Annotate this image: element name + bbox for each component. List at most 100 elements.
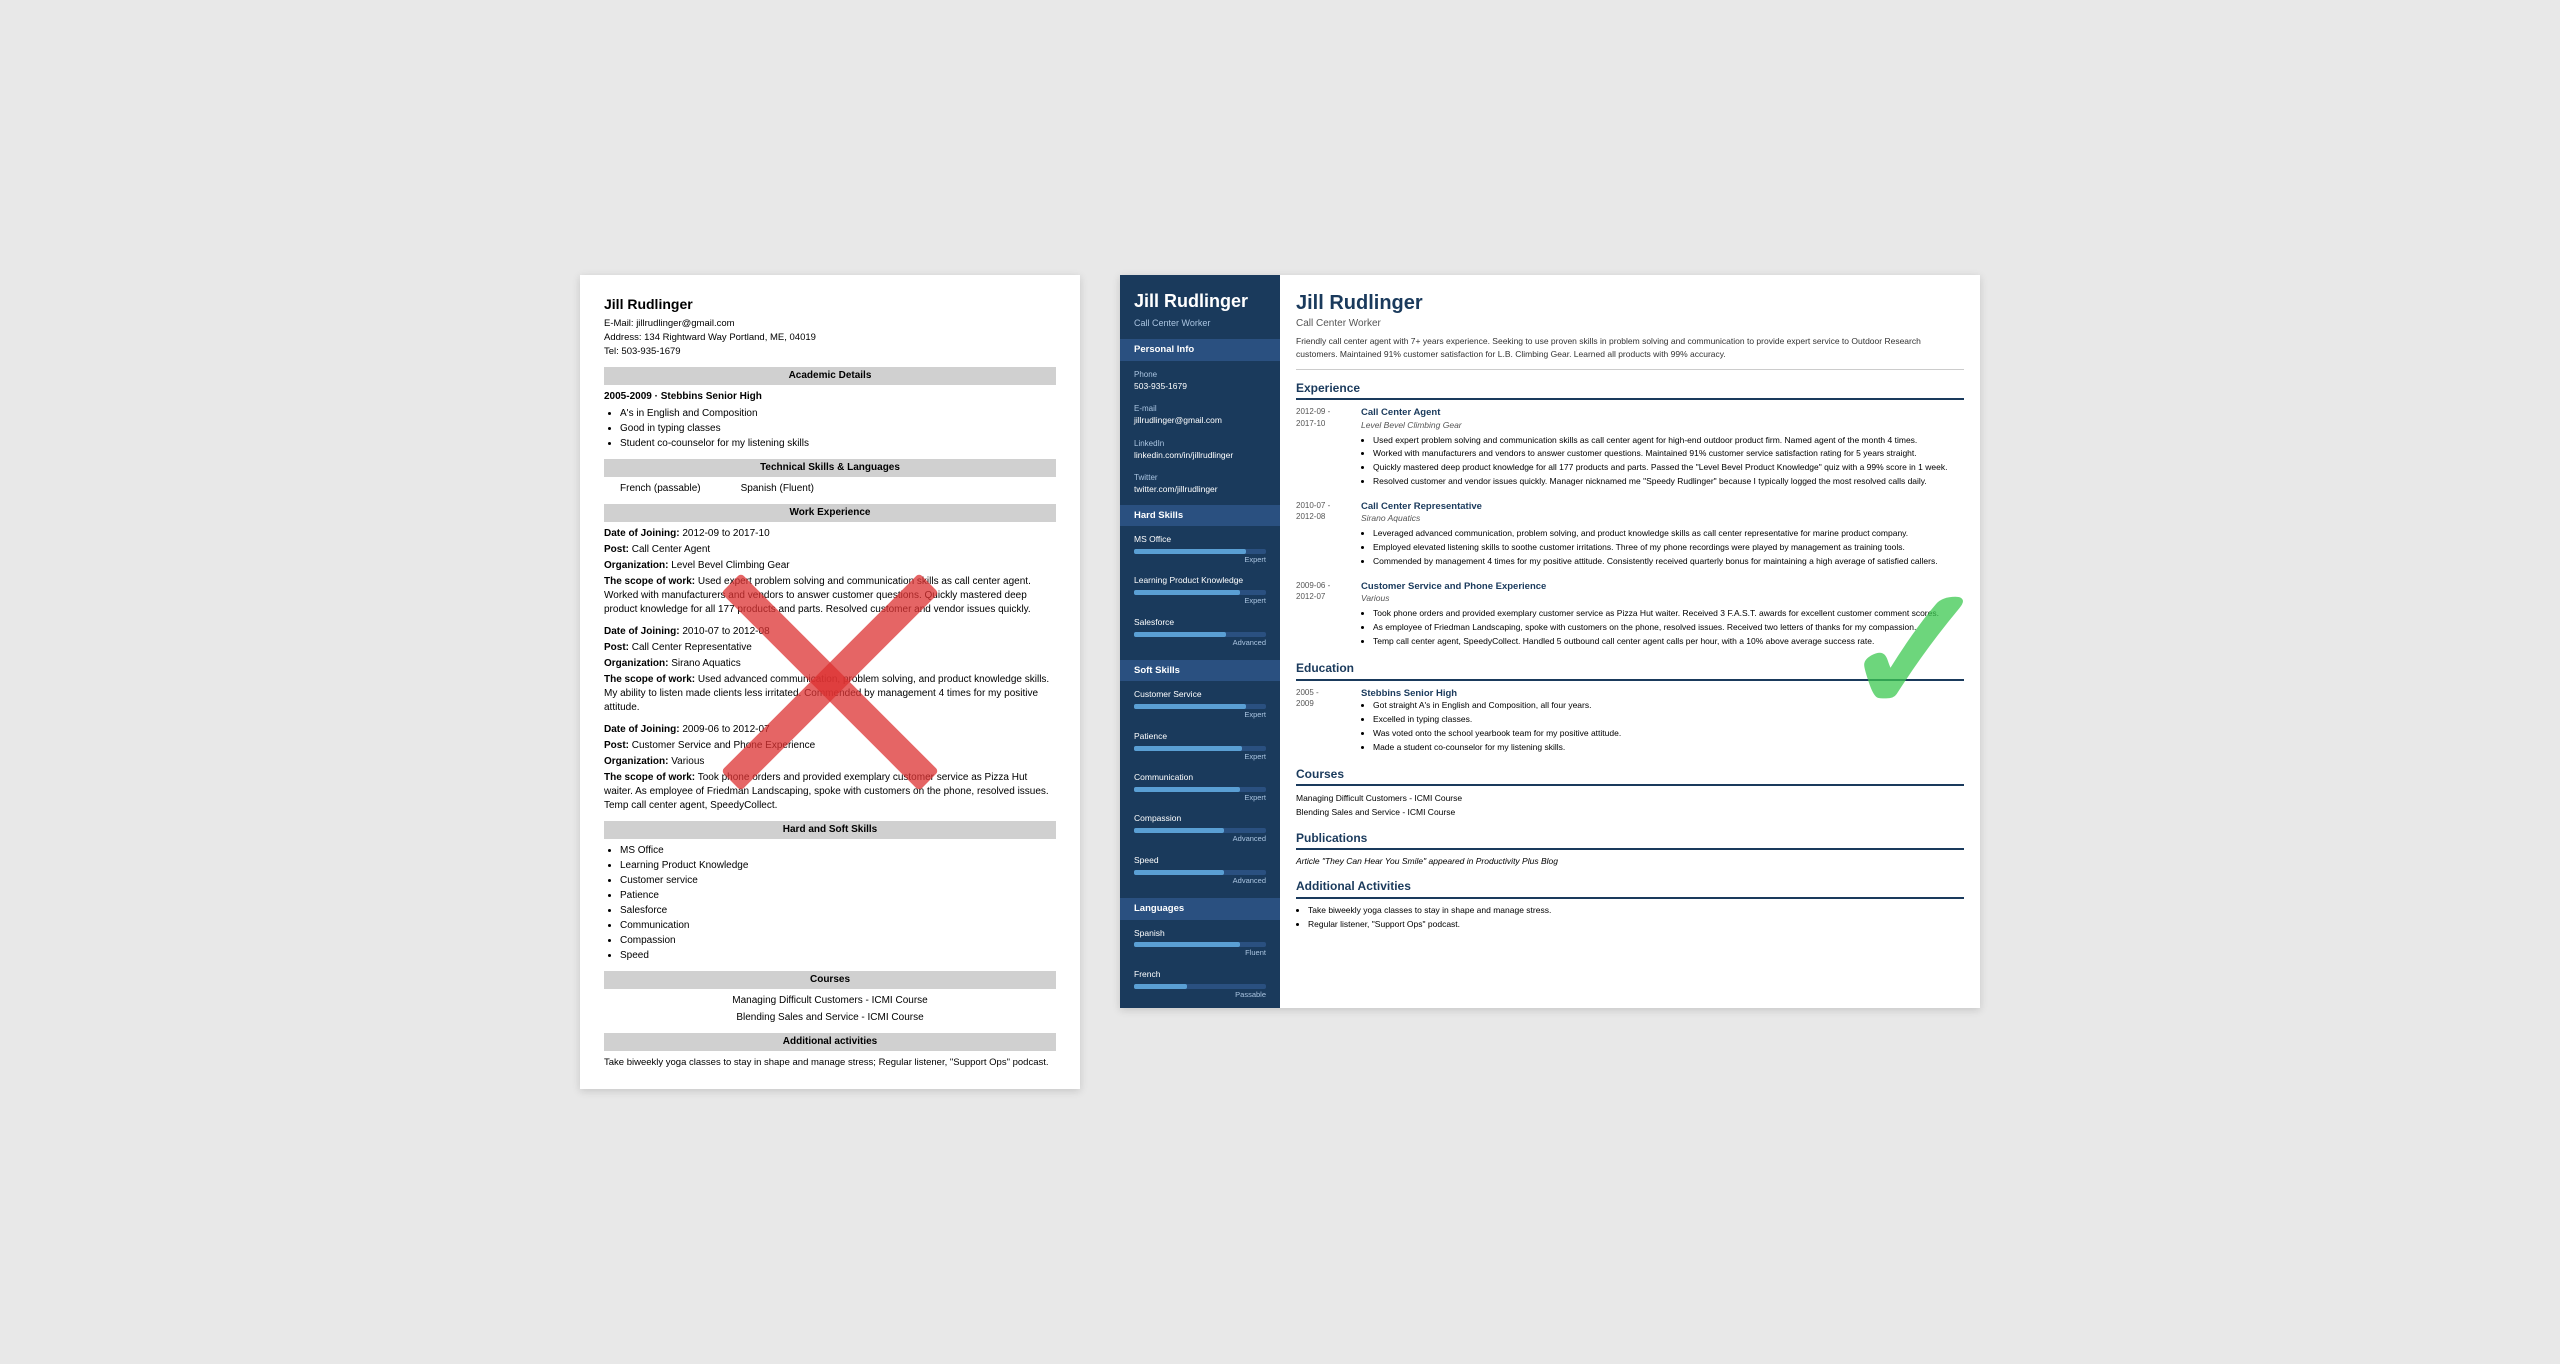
additional-item: Regular listener, "Support Ops" podcast.	[1308, 919, 1964, 931]
exp-entry-1: 2012-09 -2017-10 Call Center Agent Level…	[1296, 406, 1964, 490]
exp-bullet: Resolved customer and vendor issues quic…	[1373, 476, 1964, 488]
courses-header: Courses	[604, 971, 1056, 989]
academic-entry: 2005-2009 · Stebbins Senior High A's in …	[604, 390, 1056, 451]
courses-list: Managing Difficult Customers - ICMI Cour…	[1296, 792, 1964, 819]
left-resume: Jill Rudlinger E-Mail: jillrudlinger@gma…	[580, 275, 1080, 1089]
resume-sidebar: Jill Rudlinger Call Center Worker Person…	[1120, 275, 1280, 1008]
exp-bullet: Commended by management 4 times for my p…	[1373, 556, 1964, 568]
exp-entry-2: 2010-07 -2012-08 Call Center Representat…	[1296, 500, 1964, 570]
skill-spanish: Spanish (Fluent)	[741, 482, 814, 496]
experience-section-header: Experience	[1296, 380, 1964, 401]
summary: Friendly call center agent with 7+ years…	[1296, 335, 1964, 370]
academic-bullets: A's in English and Composition Good in t…	[604, 407, 1056, 451]
exp-bullet: Employed elevated listening skills to so…	[1373, 542, 1964, 554]
skill-item: Compassion	[620, 934, 1056, 948]
job-entry-1: Date of Joining: 2012-09 to 2017-10 Post…	[604, 527, 1056, 617]
publications-section-header: Publications	[1296, 830, 1964, 851]
technical-header: Technical Skills & Languages	[604, 459, 1056, 477]
exp-bullet: Temp call center agent, SpeedyCollect. H…	[1373, 636, 1964, 648]
left-tel: Tel: 503-935-1679	[604, 345, 1056, 358]
languages-header: Languages	[1120, 898, 1280, 919]
edu-bullet: Made a student co-counselor for my liste…	[1373, 742, 1964, 754]
bullet-item: Student co-counselor for my listening sk…	[620, 437, 1056, 451]
lang-french: French Passable	[1120, 967, 1280, 1008]
personal-info-header: Personal Info	[1120, 339, 1280, 360]
additional-section-header: Additional Activities	[1296, 878, 1964, 899]
twitter-item: Twitter twitter.com/jillrudlinger	[1120, 470, 1280, 498]
additional-text: Take biweekly yoga classes to stay in sh…	[604, 1056, 1056, 1069]
skill-salesforce: Salesforce Advanced	[1120, 615, 1280, 656]
main-container: Jill Rudlinger E-Mail: jillrudlinger@gma…	[580, 275, 1980, 1089]
work-header: Work Experience	[604, 504, 1056, 522]
skill-french: French (passable)	[620, 482, 701, 496]
edu-bullet: Excelled in typing classes.	[1373, 714, 1964, 726]
twitter-value: twitter.com/jillrudlinger	[1134, 484, 1218, 494]
job-entry-3: Date of Joining: 2009-06 to 2012-07 Post…	[604, 723, 1056, 813]
hard-soft-skills-list: MS Office Learning Product Knowledge Cus…	[604, 844, 1056, 963]
course-item: Blending Sales and Service - ICMI Course	[1296, 806, 1964, 820]
additional-header: Additional activities	[604, 1033, 1056, 1051]
course-2: Blending Sales and Service - ICMI Course	[604, 1011, 1056, 1025]
skill-lpk: Learning Product Knowledge Expert	[1120, 573, 1280, 614]
linkedin-item: LinkedIn linkedin.com/in/jillrudlinger	[1120, 436, 1280, 464]
skill-speed: Speed Advanced	[1120, 853, 1280, 894]
skills-row: French (passable) Spanish (Fluent)	[604, 482, 1056, 496]
soft-skills-header: Soft Skills	[1120, 660, 1280, 681]
course-1: Managing Difficult Customers - ICMI Cour…	[604, 994, 1056, 1008]
bullet-item: A's in English and Composition	[620, 407, 1056, 421]
exp-bullet: Leveraged advanced communication, proble…	[1373, 528, 1964, 540]
edu-bullet: Got straight A's in English and Composit…	[1373, 700, 1964, 712]
languages-section: Languages Spanish Fluent French Passable	[1120, 898, 1280, 1008]
course-item: Managing Difficult Customers - ICMI Cour…	[1296, 792, 1964, 806]
sidebar-title: Call Center Worker	[1134, 317, 1266, 330]
main-content: Jill Rudlinger Call Center Worker Friend…	[1280, 275, 1980, 1008]
education-section-header: Education	[1296, 660, 1964, 681]
left-address: Address: 134 Rightward Way Portland, ME,…	[604, 331, 1056, 344]
edu-bullet: Was voted onto the school yearbook team …	[1373, 728, 1964, 740]
soft-skills-section: Soft Skills Customer Service Expert Pati…	[1120, 660, 1280, 894]
skills-header: Hard and Soft Skills	[604, 821, 1056, 839]
exp-entry-3: 2009-06 -2012-07 Customer Service and Ph…	[1296, 580, 1964, 650]
publication-text: Article "They Can Hear You Smile" appear…	[1296, 856, 1964, 868]
skill-ms-office: MS Office Expert	[1120, 532, 1280, 573]
linkedin-label: LinkedIn	[1134, 438, 1266, 449]
exp-bullet: As employee of Friedman Landscaping, spo…	[1373, 622, 1964, 634]
main-job-title: Call Center Worker	[1296, 317, 1964, 331]
skill-patience: Patience Expert	[1120, 729, 1280, 770]
skill-item: Patience	[620, 889, 1056, 903]
left-email: E-Mail: jillrudlinger@gmail.com	[604, 317, 1056, 330]
sidebar-name: Jill Rudlinger	[1134, 291, 1266, 313]
skill-customer-service: Customer Service Expert	[1120, 687, 1280, 728]
phone-value: 503-935-1679	[1134, 381, 1187, 391]
skill-item: Learning Product Knowledge	[620, 859, 1056, 873]
additional-item: Take biweekly yoga classes to stay in sh…	[1308, 905, 1964, 917]
twitter-label: Twitter	[1134, 472, 1266, 483]
linkedin-value: linkedin.com/in/jillrudlinger	[1134, 450, 1233, 460]
email-item: E-mail jillrudlinger@gmail.com	[1120, 401, 1280, 429]
email-value: jillrudlinger@gmail.com	[1134, 415, 1222, 425]
lang-spanish: Spanish Fluent	[1120, 926, 1280, 967]
skill-item: Salesforce	[620, 904, 1056, 918]
phone-item: Phone 503-935-1679	[1120, 367, 1280, 395]
additional-list: Take biweekly yoga classes to stay in sh…	[1296, 905, 1964, 931]
skill-item: Speed	[620, 949, 1056, 963]
courses-section-header: Courses	[1296, 766, 1964, 787]
edu-entry-1: 2005 -2009 Stebbins Senior High Got stra…	[1296, 687, 1964, 756]
personal-info-section: Personal Info Phone 503-935-1679 E-mail …	[1120, 339, 1280, 498]
hard-skills-header: Hard Skills	[1120, 505, 1280, 526]
exp-bullet: Worked with manufacturers and vendors to…	[1373, 448, 1964, 460]
bullet-item: Good in typing classes	[620, 422, 1056, 436]
skill-communication: Communication Expert	[1120, 770, 1280, 811]
exp-bullet: Used expert problem solving and communic…	[1373, 435, 1964, 447]
skill-compassion: Compassion Advanced	[1120, 811, 1280, 852]
right-resume: Jill Rudlinger Call Center Worker Person…	[1120, 275, 1980, 1008]
academic-header: Academic Details	[604, 367, 1056, 385]
job-entry-2: Date of Joining: 2010-07 to 2012-08 Post…	[604, 625, 1056, 715]
skill-item: MS Office	[620, 844, 1056, 858]
skill-item: Customer service	[620, 874, 1056, 888]
skill-item: Communication	[620, 919, 1056, 933]
sidebar-name-block: Jill Rudlinger Call Center Worker	[1120, 275, 1280, 339]
email-label: E-mail	[1134, 403, 1266, 414]
exp-bullet: Took phone orders and provided exemplary…	[1373, 608, 1964, 620]
exp-bullet: Quickly mastered deep product knowledge …	[1373, 462, 1964, 474]
